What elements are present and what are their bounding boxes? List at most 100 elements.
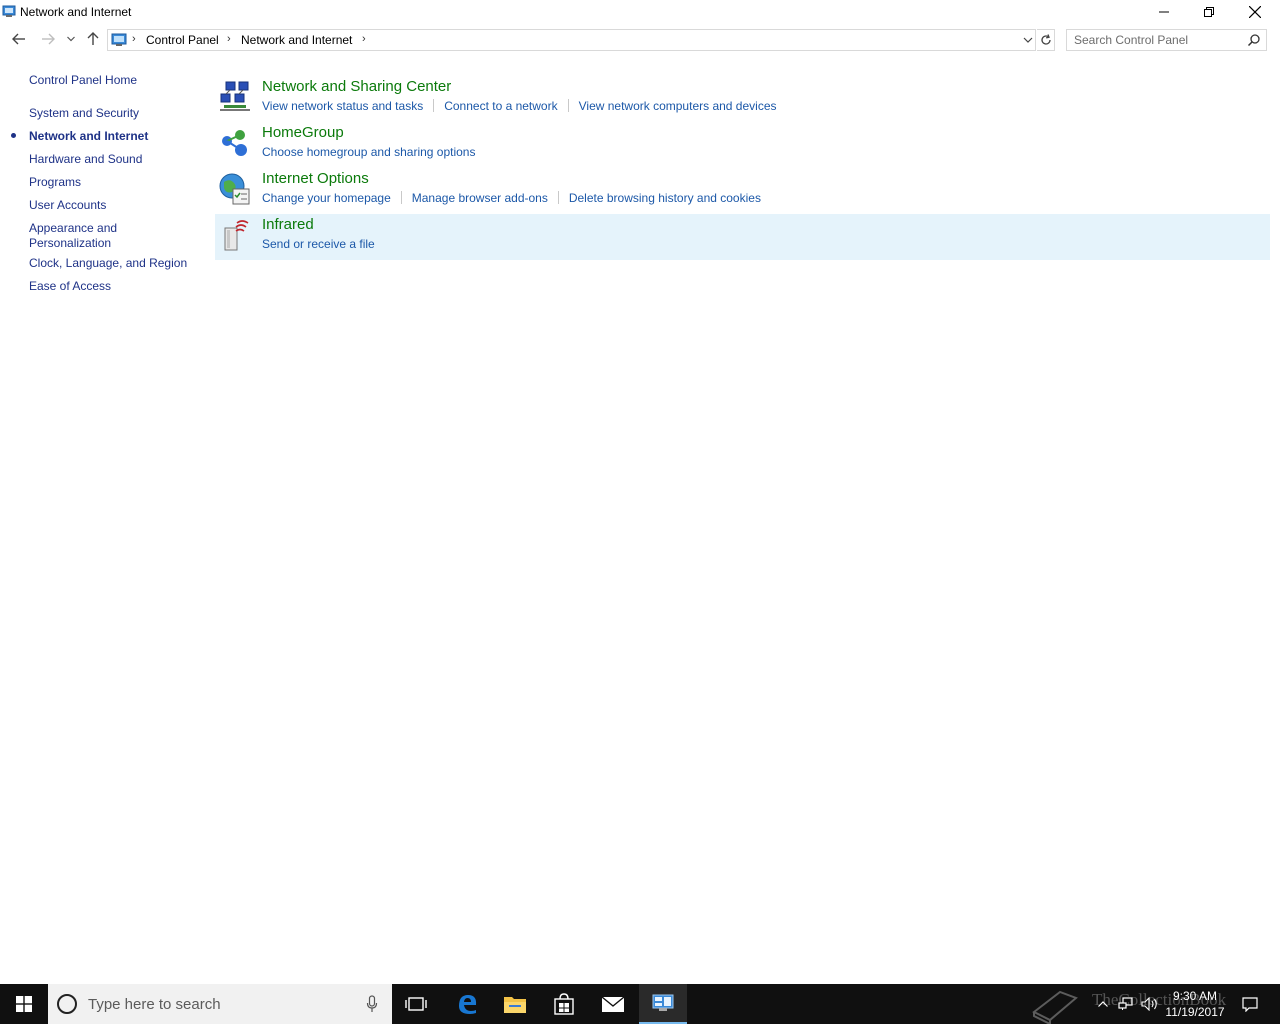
cortana-icon bbox=[57, 994, 77, 1014]
windows-logo-icon bbox=[16, 996, 32, 1012]
link-connect-to-network[interactable]: Connect to a network bbox=[444, 99, 557, 113]
link-divider bbox=[557, 191, 559, 204]
show-hidden-icons-button[interactable] bbox=[1094, 984, 1112, 1024]
category-title[interactable]: Network and Sharing Center bbox=[262, 78, 451, 95]
network-tray-button[interactable] bbox=[1116, 984, 1136, 1024]
task-view-button[interactable] bbox=[392, 984, 440, 1024]
category-network-and-sharing-center: Network and Sharing Center View network … bbox=[215, 76, 1270, 122]
breadcrumb-separator[interactable]: › bbox=[362, 33, 366, 45]
control-panel-taskbar-button[interactable] bbox=[639, 984, 687, 1024]
action-center-button[interactable] bbox=[1236, 984, 1264, 1024]
breadcrumb-control-panel[interactable]: Control Panel bbox=[146, 33, 219, 47]
link-view-network-computers[interactable]: View network computers and devices bbox=[579, 99, 777, 113]
refresh-button[interactable] bbox=[1037, 29, 1055, 51]
category-homegroup: HomeGroup Choose homegroup and sharing o… bbox=[215, 122, 1270, 168]
link-divider bbox=[400, 191, 402, 204]
nav-appearance-and-personalization[interactable]: Appearance and Personalization bbox=[29, 221, 139, 251]
chevron-up-icon bbox=[1098, 1001, 1108, 1007]
chevron-down-icon bbox=[67, 36, 75, 42]
up-arrow-icon bbox=[87, 32, 99, 45]
category-links: View network status and tasks Connect to … bbox=[262, 99, 777, 113]
edge-taskbar-button[interactable] bbox=[443, 984, 491, 1024]
control-panel-taskbar-icon bbox=[652, 994, 674, 1011]
restore-button[interactable] bbox=[1186, 0, 1232, 24]
up-button[interactable] bbox=[83, 29, 103, 49]
link-divider bbox=[433, 99, 435, 112]
notification-icon bbox=[1242, 996, 1258, 1012]
control-panel-window: Network and Internet › Control Panel › N… bbox=[0, 0, 1280, 984]
homegroup-icon[interactable] bbox=[218, 126, 252, 160]
nav-clock-language-region[interactable]: Clock, Language, and Region bbox=[29, 256, 187, 271]
nav-control-panel-home[interactable]: Control Panel Home bbox=[29, 73, 137, 88]
back-button[interactable] bbox=[9, 29, 29, 49]
minimize-button[interactable] bbox=[1141, 0, 1187, 24]
nav-ease-of-access[interactable]: Ease of Access bbox=[29, 279, 111, 294]
nav-programs[interactable]: Programs bbox=[29, 175, 81, 190]
link-delete-browsing-history[interactable]: Delete browsing history and cookies bbox=[569, 191, 761, 205]
watermark-book-logo bbox=[1032, 990, 1078, 1024]
category-links: Choose homegroup and sharing options bbox=[262, 145, 475, 159]
category-title[interactable]: HomeGroup bbox=[262, 124, 344, 141]
current-category-bullet bbox=[11, 133, 16, 138]
link-change-homepage[interactable]: Change your homepage bbox=[262, 191, 391, 205]
mail-envelope-icon bbox=[601, 996, 625, 1012]
restore-icon bbox=[1204, 7, 1214, 17]
search-box[interactable] bbox=[1066, 29, 1267, 51]
breadcrumb-separator[interactable]: › bbox=[227, 33, 231, 45]
search-icon[interactable] bbox=[1247, 33, 1261, 47]
nav-system-and-security[interactable]: System and Security bbox=[29, 106, 139, 121]
forward-button[interactable] bbox=[38, 29, 58, 49]
title-bar: Network and Internet bbox=[0, 0, 1280, 24]
task-view-icon bbox=[405, 997, 427, 1011]
category-title[interactable]: Infrared bbox=[262, 216, 314, 233]
link-manage-add-ons[interactable]: Manage browser add-ons bbox=[412, 191, 548, 205]
control-panel-icon bbox=[2, 5, 16, 17]
category-title[interactable]: Internet Options bbox=[262, 170, 369, 187]
window-title: Network and Internet bbox=[20, 5, 132, 19]
infrared-icon[interactable] bbox=[218, 218, 252, 252]
link-divider bbox=[567, 99, 569, 112]
network-icon bbox=[1118, 997, 1133, 1010]
mail-taskbar-button[interactable] bbox=[589, 984, 637, 1024]
nav-network-and-internet[interactable]: Network and Internet bbox=[29, 129, 148, 144]
control-panel-location-icon bbox=[111, 33, 127, 46]
start-button[interactable] bbox=[0, 984, 48, 1024]
address-history-dropdown[interactable] bbox=[1021, 33, 1035, 47]
category-links: Send or receive a file bbox=[262, 237, 375, 251]
forward-arrow-icon bbox=[42, 33, 55, 45]
volume-tray-button[interactable] bbox=[1140, 984, 1160, 1024]
taskbar: Type here to search TheCollectionBook 9:… bbox=[0, 984, 1280, 1024]
link-send-receive-file[interactable]: Send or receive a file bbox=[262, 237, 375, 251]
address-bar[interactable]: › Control Panel › Network and Internet › bbox=[107, 29, 1036, 51]
store-taskbar-button[interactable] bbox=[540, 984, 588, 1024]
nav-hardware-and-sound[interactable]: Hardware and Sound bbox=[29, 152, 142, 167]
close-icon bbox=[1249, 6, 1261, 18]
microphone-icon[interactable] bbox=[366, 995, 378, 1013]
nav-user-accounts[interactable]: User Accounts bbox=[29, 198, 106, 213]
speaker-icon bbox=[1141, 997, 1157, 1011]
clock-time: 9:30 AM bbox=[1172, 989, 1218, 1003]
search-input[interactable] bbox=[1067, 30, 1245, 50]
close-button[interactable] bbox=[1232, 0, 1278, 24]
link-view-network-status[interactable]: View network status and tasks bbox=[262, 99, 423, 113]
chevron-down-icon bbox=[1023, 37, 1033, 43]
internet-options-icon[interactable] bbox=[218, 172, 252, 206]
clock-date: 11/19/2017 bbox=[1165, 1005, 1225, 1019]
taskbar-search-placeholder[interactable]: Type here to search bbox=[88, 996, 221, 1013]
breadcrumb-separator[interactable]: › bbox=[132, 33, 136, 45]
file-explorer-taskbar-button[interactable] bbox=[491, 984, 539, 1024]
taskbar-search-box[interactable]: Type here to search bbox=[48, 984, 392, 1024]
back-arrow-icon bbox=[12, 33, 25, 45]
breadcrumb-network-and-internet[interactable]: Network and Internet bbox=[241, 33, 352, 47]
category-internet-options: Internet Options Change your homepage Man… bbox=[215, 168, 1270, 214]
category-infrared: Infrared Send or receive a file bbox=[215, 214, 1270, 260]
recent-locations-button[interactable] bbox=[62, 29, 80, 49]
taskbar-clock[interactable]: 9:30 AM 11/19/2017 bbox=[1160, 988, 1230, 1020]
link-choose-homegroup-options[interactable]: Choose homegroup and sharing options bbox=[262, 145, 475, 159]
folder-icon bbox=[504, 997, 526, 1013]
refresh-icon bbox=[1040, 34, 1051, 45]
store-bag-icon bbox=[554, 993, 574, 1015]
minimize-icon bbox=[1159, 11, 1169, 13]
edge-browser-icon bbox=[459, 995, 477, 1014]
network-sharing-icon[interactable] bbox=[218, 80, 252, 114]
